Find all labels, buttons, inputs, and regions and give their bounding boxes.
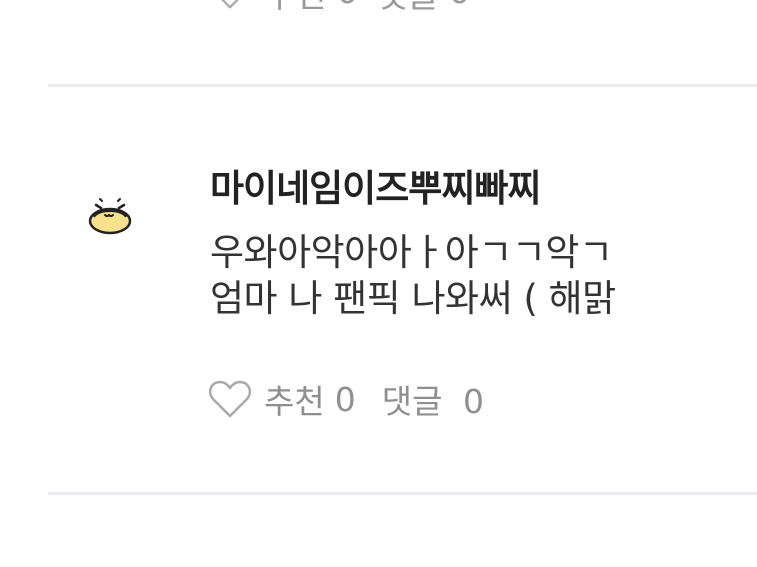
avatar-icon[interactable]	[86, 195, 134, 237]
comment-body-line: 우와아악아아ㅏ아ㄱㄱ악ㄱ	[210, 231, 613, 274]
comment-body: 우와아악아아ㅏ아ㄱㄱ악ㄱ 엄마 나 팬픽 나와써 ( 해맑	[210, 230, 740, 322]
comment-actions: 추천 0 댓글 0	[208, 376, 484, 422]
heart-icon[interactable]	[208, 379, 252, 419]
like-label: 추천	[264, 382, 325, 421]
comment-feed: 추천 0 댓글 0 마이네임이즈뿌찌빠찌 우와아악아아ㅏ아ㄱㄱ악ㄱ 엄마 나 팬…	[0, 0, 757, 567]
like-button[interactable]: 추천 0	[208, 375, 356, 423]
reply-button[interactable]: 댓글 0	[382, 375, 484, 423]
heart-icon[interactable]	[210, 0, 250, 10]
comment-body-line: 엄마 나 팬픽 나와써 ( 해맑	[210, 277, 616, 320]
comment-item: 마이네임이즈뿌찌빠찌 우와아악아아ㅏ아ㄱㄱ악ㄱ 엄마 나 팬픽 나와써 ( 해맑	[210, 166, 740, 322]
reply-label: 댓글	[381, 382, 443, 421]
previous-comment-actions: 추천 0 댓글 0	[210, 0, 471, 16]
reply-count: 0	[462, 382, 484, 421]
divider	[48, 84, 757, 87]
previous-like-count: 0	[337, 0, 359, 12]
previous-reply-count: 0	[449, 0, 471, 12]
previous-like-label: 추천	[264, 0, 327, 17]
divider	[48, 492, 757, 495]
previous-reply-label[interactable]: 댓글	[376, 0, 439, 17]
like-count: 0	[334, 379, 356, 419]
comment-author[interactable]: 마이네임이즈뿌찌빠찌	[210, 166, 740, 212]
